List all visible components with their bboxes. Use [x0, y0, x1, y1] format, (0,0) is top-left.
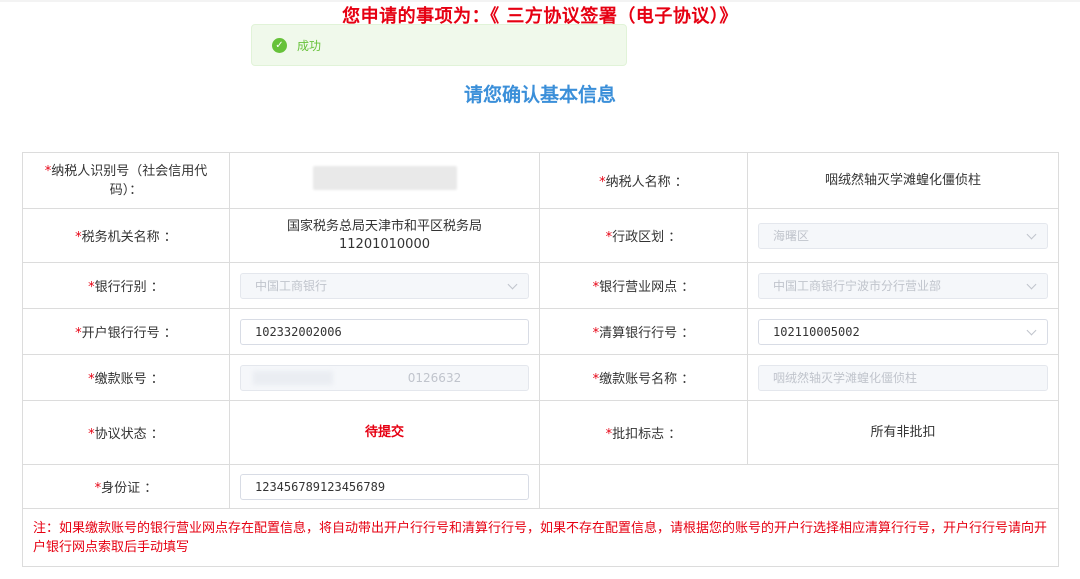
id-card-input[interactable]: 123456789123456789	[240, 473, 529, 500]
success-alert: ✓ 成功	[251, 24, 627, 66]
taxpayer-name-value: 咽绒然轴灭学滩蝗化僵侦柱	[747, 152, 1059, 209]
check-circle-icon: ✓	[272, 37, 287, 53]
tax-office-code: 11201010000	[339, 236, 430, 252]
form-row: *缴款账号 ： 0126632 *缴款账号名称 ： 咽绒然轴灭学滩蝗化僵侦柱	[22, 354, 1059, 401]
empty-cell	[539, 464, 1059, 509]
form-row: *身份证 ： 123456789123456789	[22, 464, 1059, 509]
note-row: 注：如果缴款账号的银行营业网点存在配置信息，将自动带出开户行行号和清算行行号，如…	[22, 508, 1059, 567]
account-input[interactable]: 0126632	[240, 364, 529, 391]
taxpayer-name-label: *纳税人名称 ：	[539, 152, 748, 209]
form-row: *开户银行行号 ： 102332002006 *清算银行行号 ： 1021100…	[22, 308, 1059, 355]
form-row: *税务机关名称 ： 国家税务总局天津市和平区税务局 11201010000 *行…	[22, 208, 1059, 263]
tax-office-name: 国家税务总局天津市和平区税务局	[286, 218, 482, 234]
note-text: 注：如果缴款账号的银行营业网点存在配置信息，将自动带出开户行行号和清算行行号，如…	[22, 508, 1059, 567]
chevron-down-icon	[1026, 279, 1037, 289]
agreement-status-value: 待提交	[229, 400, 540, 465]
clearing-bank-no-select[interactable]: 102110005002	[758, 318, 1048, 345]
tax-office-value: 国家税务总局天津市和平区税务局 11201010000	[229, 208, 540, 263]
bank-branch-select[interactable]: 中国工商银行宁波市分行营业部	[758, 272, 1048, 299]
chevron-down-icon	[1026, 229, 1037, 239]
success-text: 成功	[297, 38, 322, 53]
district-label: *行政区划 ：	[539, 208, 748, 263]
clearing-bank-no-label: *清算银行行号 ：	[539, 308, 748, 355]
redacted-value	[253, 370, 333, 385]
id-card-label: *身份证 ：	[22, 464, 230, 509]
batch-flag-label: *批扣标志 ：	[539, 400, 748, 465]
info-form-table: *纳税人识别号（社会信用代码）： *纳税人名称 ： 咽绒然轴灭学滩蝗化僵侦柱 *…	[22, 152, 1059, 567]
form-row: *纳税人识别号（社会信用代码）： *纳税人名称 ： 咽绒然轴灭学滩蝗化僵侦柱	[22, 152, 1059, 209]
redacted-value	[312, 165, 457, 190]
district-select[interactable]: 海曙区	[758, 222, 1048, 249]
confirm-heading: 请您确认基本信息	[463, 84, 616, 106]
open-bank-no-input[interactable]: 102332002006	[240, 318, 529, 345]
form-row: *银行行别 ： 中国工商银行 *银行营业网点 ： 中国工商银行宁波市分行营业部	[22, 262, 1059, 309]
account-name-input[interactable]: 咽绒然轴灭学滩蝗化僵侦柱	[758, 364, 1048, 391]
chevron-down-icon	[507, 279, 518, 289]
bank-branch-label: *银行营业网点 ：	[539, 262, 748, 309]
chevron-down-icon	[1026, 325, 1037, 335]
account-label: *缴款账号 ：	[22, 354, 230, 401]
form-row: *协议状态 ： 待提交 *批扣标志 ： 所有非批扣	[22, 400, 1059, 465]
batch-flag-value: 所有非批扣	[747, 400, 1059, 465]
bank-type-label: *银行行别 ：	[22, 262, 230, 309]
bank-type-select[interactable]: 中国工商银行	[240, 272, 529, 299]
taxpayer-id-label: *纳税人识别号（社会信用代码）：	[22, 152, 230, 209]
account-name-label: *缴款账号名称 ：	[539, 354, 748, 401]
agreement-status-label: *协议状态 ：	[22, 400, 230, 465]
open-bank-no-label: *开户银行行号 ：	[22, 308, 230, 355]
taxpayer-id-value	[229, 152, 540, 209]
tax-office-label: *税务机关名称 ：	[22, 208, 230, 263]
